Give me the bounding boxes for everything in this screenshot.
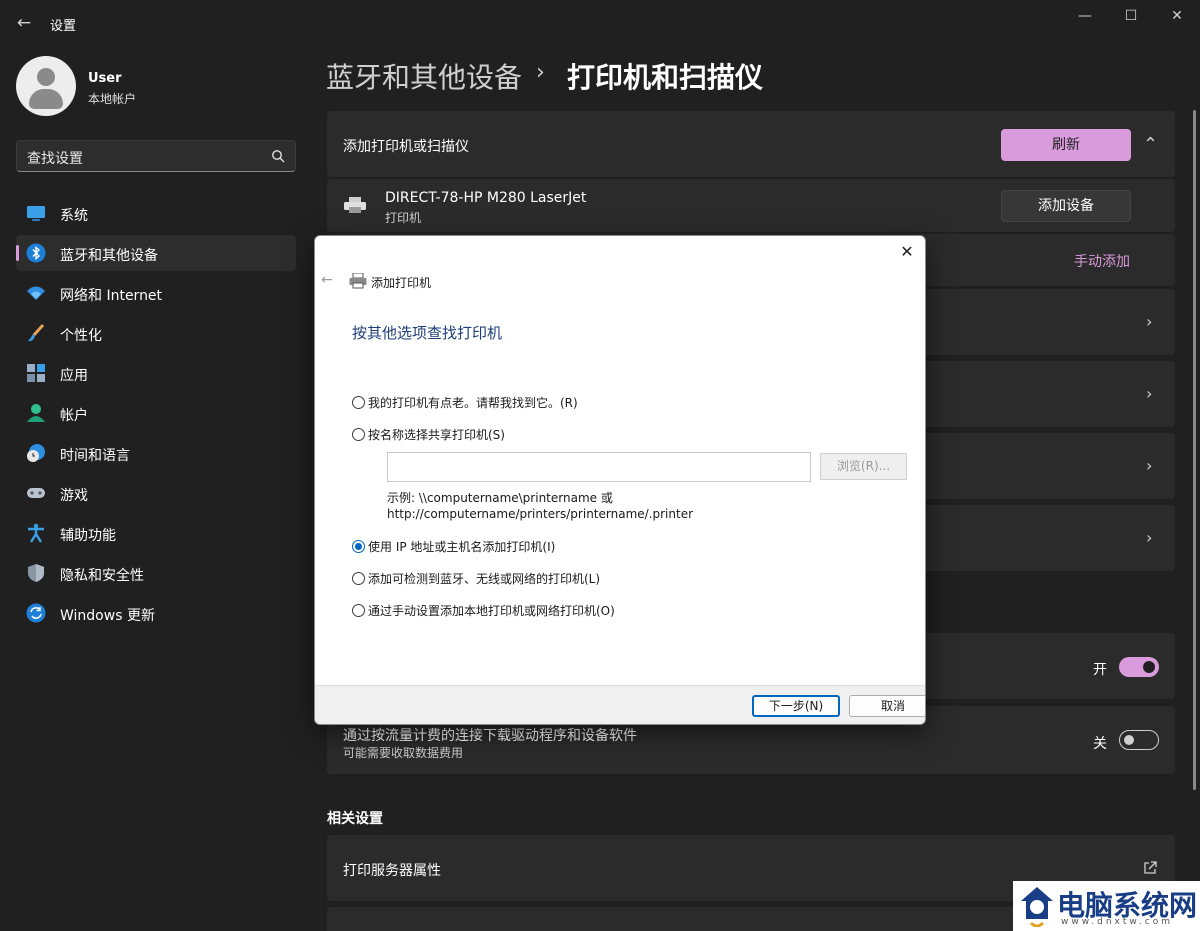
dialog-close-button[interactable]: ✕ <box>897 242 917 262</box>
close-window-button[interactable]: ✕ <box>1154 4 1200 28</box>
sidebar-item-personalization[interactable]: 个性化 <box>16 315 296 351</box>
metered-state-label: 关 <box>1093 736 1107 752</box>
breadcrumb-separator: › <box>536 60 545 85</box>
breadcrumb-parent[interactable]: 蓝牙和其他设备 <box>326 56 522 96</box>
account-icon <box>27 404 45 422</box>
sidebar-item-label: 游戏 <box>60 488 88 504</box>
metered-title: 通过按流量计费的连接下载驱动程序和设备软件 <box>343 728 637 744</box>
sidebar-item-accounts[interactable]: 帐户 <box>16 395 296 431</box>
watermark: 电脑系统网 www.dnxtw.com <box>1013 881 1200 931</box>
bluetooth-icon <box>26 243 46 263</box>
sidebar-item-label: 帐户 <box>60 408 88 424</box>
house-logo-icon <box>1021 887 1053 927</box>
sidebar-item-label: 应用 <box>60 368 88 384</box>
search-input[interactable]: 查找设置 <box>16 140 296 172</box>
add-device-button[interactable]: 添加设备 <box>1001 190 1131 222</box>
title-bar: ← 设置 — ☐ ✕ <box>0 0 1200 46</box>
radio-label: 通过手动设置添加本地打印机或网络打印机(O) <box>368 604 615 618</box>
toggle-state-label: 开 <box>1093 662 1107 678</box>
metered-subtitle: 可能需要收取数据费用 <box>343 746 464 760</box>
sidebar-item-label: 时间和语言 <box>60 448 130 464</box>
sidebar-item-system[interactable]: 系统 <box>16 195 296 231</box>
sidebar-item-label: 网络和 Internet <box>60 288 163 304</box>
dialog-footer: 下一步(N) 取消 <box>315 685 925 724</box>
radio-label: 我的打印机有点老。请帮我找到它。(R) <box>368 396 578 410</box>
chevron-right-icon: › <box>1146 528 1153 547</box>
sidebar-item-bluetooth[interactable]: 蓝牙和其他设备 <box>16 235 296 271</box>
update-icon <box>26 603 46 623</box>
shared-printer-name-input[interactable] <box>387 452 811 482</box>
avatar-body <box>29 89 63 109</box>
device-type: 打印机 <box>385 211 422 225</box>
toggle-switch-on[interactable] <box>1119 657 1159 677</box>
scrollbar[interactable] <box>1193 110 1196 790</box>
app-title: 设置 <box>50 19 77 34</box>
external-link-icon <box>1144 861 1157 874</box>
sidebar-item-network[interactable]: 网络和 Internet <box>16 275 296 311</box>
manual-add-link[interactable]: 手动添加 <box>1074 251 1130 271</box>
chevron-right-icon: › <box>1146 456 1153 475</box>
cancel-button[interactable]: 取消 <box>849 695 925 717</box>
sidebar-item-label: 系统 <box>60 208 88 224</box>
sidebar-item-accessibility[interactable]: 辅助功能 <box>16 515 296 551</box>
sidebar-item-windows-update[interactable]: Windows 更新 <box>16 595 296 631</box>
accessibility-icon <box>28 523 44 543</box>
shield-icon <box>28 564 44 582</box>
minimize-button[interactable]: — <box>1062 4 1108 28</box>
brush-icon <box>28 323 45 342</box>
chevron-right-icon: › <box>1146 312 1153 331</box>
collapse-chevron-icon[interactable]: ⌃ <box>1143 134 1158 155</box>
dialog-back-button[interactable]: ← <box>321 272 333 288</box>
user-name: User <box>88 71 122 86</box>
sidebar-item-label: Windows 更新 <box>60 608 155 624</box>
watermark-url: www.dnxtw.com <box>1061 917 1174 927</box>
avatar[interactable] <box>16 56 76 116</box>
printer-icon <box>349 273 367 289</box>
add-printer-title: 添加打印机或扫描仪 <box>343 139 469 155</box>
back-button[interactable]: ← <box>12 11 36 35</box>
radio-button[interactable] <box>352 428 365 441</box>
next-button[interactable]: 下一步(N) <box>752 695 840 717</box>
globe-clock-icon <box>27 444 45 462</box>
gamepad-icon <box>27 488 45 498</box>
sidebar-item-time-language[interactable]: 时间和语言 <box>16 435 296 471</box>
radio-button[interactable] <box>352 604 365 617</box>
sidebar-item-label: 蓝牙和其他设备 <box>60 248 158 264</box>
sidebar-item-label: 个性化 <box>60 328 102 344</box>
printer-icon <box>344 197 366 213</box>
browse-button[interactable]: 浏览(R)... <box>820 453 907 480</box>
maximize-button[interactable]: ☐ <box>1108 4 1154 28</box>
user-account-type: 本地帐户 <box>88 92 137 106</box>
radio-label: 添加可检测到蓝牙、无线或网络的打印机(L) <box>368 572 601 586</box>
sidebar-item-label: 辅助功能 <box>60 528 116 544</box>
apps-icon <box>27 364 45 382</box>
add-printer-dialog: ✕ ← 添加打印机 按其他选项查找打印机 我的打印机有点老。请帮我找到它。(R)… <box>314 235 926 725</box>
radio-label: 按名称选择共享打印机(S) <box>368 428 505 442</box>
sidebar-item-privacy[interactable]: 隐私和安全性 <box>16 555 296 591</box>
sidebar-item-label: 隐私和安全性 <box>60 568 144 584</box>
monitor-icon <box>27 206 45 221</box>
dialog-title: 添加打印机 <box>371 276 432 290</box>
search-placeholder: 查找设置 <box>27 151 83 167</box>
dialog-heading: 按其他选项查找打印机 <box>352 324 503 342</box>
example-text-line2: http://computername/printers/printername… <box>387 507 694 521</box>
related-settings-title: 相关设置 <box>327 811 383 827</box>
print-server-label: 打印服务器属性 <box>343 863 441 879</box>
refresh-button[interactable]: 刷新 <box>1001 129 1131 161</box>
sidebar-item-apps[interactable]: 应用 <box>16 355 296 391</box>
sidebar-item-gaming[interactable]: 游戏 <box>16 475 296 511</box>
radio-button[interactable] <box>352 572 365 585</box>
radio-button-checked[interactable] <box>352 540 365 553</box>
wifi-icon <box>27 286 45 300</box>
search-icon[interactable] <box>271 149 285 163</box>
device-name: DIRECT-78-HP M280 LaserJet <box>385 190 587 206</box>
metered-toggle[interactable] <box>1119 730 1159 750</box>
example-text-line1: 示例: \\computername\printername 或 <box>387 491 613 505</box>
page-title: 打印机和扫描仪 <box>567 61 764 94</box>
chevron-right-icon: › <box>1146 384 1153 403</box>
avatar-head <box>37 68 55 86</box>
radio-button[interactable] <box>352 396 365 409</box>
radio-label: 使用 IP 地址或主机名添加打印机(I) <box>368 540 556 554</box>
